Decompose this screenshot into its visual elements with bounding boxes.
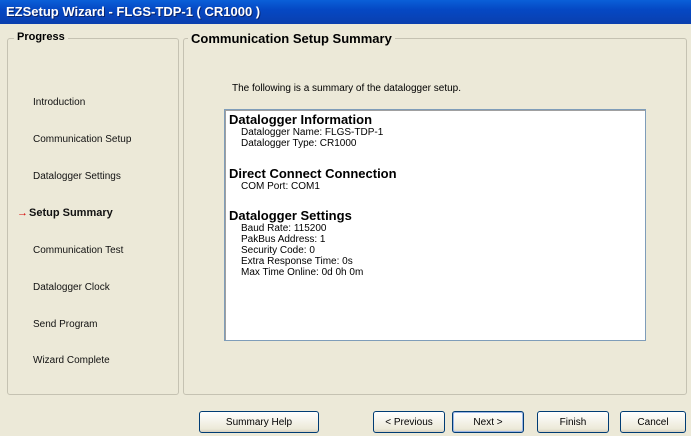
section-line: Max Time Online: 0d 0h 0m (241, 267, 364, 278)
step-label: Introduction (33, 97, 86, 108)
summary-text-box[interactable]: Datalogger Information Datalogger Name: … (224, 109, 646, 341)
section-direct-connect: Direct Connect Connection COM Port: COM1 (229, 166, 397, 193)
step-label: Send Program (33, 319, 98, 330)
section-line: Datalogger Name: FLGS-TDP-1 (241, 127, 384, 138)
section-heading: Datalogger Information (229, 112, 373, 127)
step-label: Datalogger Clock (33, 282, 110, 293)
section-line: Baud Rate: 115200 (241, 223, 327, 234)
section-datalogger-settings: Datalogger Settings Baud Rate: 115200 Pa… (229, 208, 364, 279)
step-setup-summary[interactable]: →Setup Summary (17, 207, 113, 219)
section-line: COM Port: COM1 (241, 181, 320, 192)
current-step-arrow-icon: → (17, 207, 28, 219)
step-datalogger-settings[interactable]: Datalogger Settings (33, 171, 121, 182)
step-introduction[interactable]: Introduction (33, 97, 85, 108)
wizard-body: Progress Introduction Communication Setu… (0, 24, 691, 436)
step-label: Communication Test (33, 245, 124, 256)
step-datalogger-clock[interactable]: Datalogger Clock (33, 282, 110, 293)
section-line: Datalogger Type: CR1000 (241, 138, 357, 149)
finish-button[interactable]: Finish (537, 411, 609, 433)
step-label: Datalogger Settings (33, 171, 121, 182)
step-label: Communication Setup (33, 134, 132, 145)
section-heading: Datalogger Settings (229, 208, 352, 223)
title-bar[interactable]: EZSetup Wizard - FLGS-TDP-1 ( CR1000 ) (0, 0, 691, 25)
summary-help-button[interactable]: Summary Help (199, 411, 319, 433)
previous-button[interactable]: < Previous (373, 411, 445, 433)
summary-panel: Communication Setup Summary The followin… (183, 31, 687, 395)
step-wizard-complete[interactable]: Wizard Complete (33, 355, 110, 366)
step-communication-test[interactable]: Communication Test (33, 245, 123, 256)
section-line: Security Code: 0 (241, 245, 315, 256)
step-communication-setup[interactable]: Communication Setup (33, 134, 131, 145)
section-datalogger-information: Datalogger Information Datalogger Name: … (229, 112, 384, 150)
progress-panel: Progress Introduction Communication Setu… (7, 31, 179, 395)
summary-intro: The following is a summary of the datalo… (232, 83, 462, 94)
next-button[interactable]: Next > (452, 411, 524, 433)
section-heading: Direct Connect Connection (229, 166, 397, 181)
progress-legend: Progress (14, 31, 68, 43)
step-label: Wizard Complete (33, 355, 110, 366)
cancel-button[interactable]: Cancel (620, 411, 686, 433)
section-line: PakBus Address: 1 (241, 234, 326, 245)
window-title: EZSetup Wizard - FLGS-TDP-1 ( CR1000 ) (6, 4, 261, 19)
step-send-program[interactable]: Send Program (33, 319, 97, 330)
step-label: Setup Summary (29, 207, 113, 219)
section-line: Extra Response Time: 0s (241, 256, 353, 267)
summary-legend: Communication Setup Summary (188, 31, 395, 46)
